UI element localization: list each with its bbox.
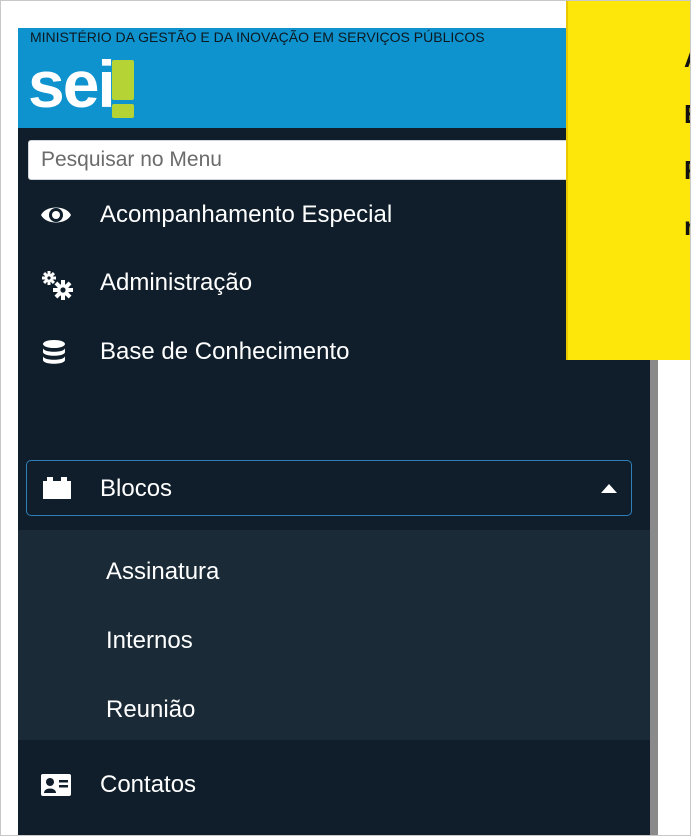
sidebar-item-administracao[interactable]: Administração [18, 254, 658, 310]
callout-line: R [684, 142, 691, 198]
eye-icon [40, 202, 72, 228]
database-icon [40, 339, 72, 365]
submenu-item-internos[interactable]: Internos [106, 627, 193, 655]
menu-search-input[interactable] [28, 140, 628, 180]
sidebar-item-blocos[interactable]: Blocos [26, 460, 632, 516]
contact-card-icon [40, 772, 72, 798]
caret-up-icon[interactable] [601, 484, 617, 493]
callout-line: A [684, 30, 691, 86]
blocos-submenu: Assinatura Internos Reunião [18, 530, 658, 740]
sidebar-menu: Acompanhamento Especial [18, 128, 658, 836]
gears-icon [40, 270, 73, 300]
logo-mark-dot [112, 104, 134, 118]
logo-mark-bar [112, 60, 134, 100]
sidebar-item-label: Acompanhamento Especial [100, 201, 393, 228]
sei-logo[interactable]: sei [28, 47, 168, 121]
sidebar-item-contatos[interactable]: Contatos [18, 756, 658, 812]
sidebar-item-label: Administração [100, 269, 253, 296]
submenu-item-reuniao[interactable]: Reunião [106, 696, 195, 724]
sidebar-item-base-de-conhecimento[interactable]: Base de Conhecimento [18, 323, 658, 379]
scrollbar[interactable] [650, 360, 658, 836]
blocks-icon [41, 475, 73, 501]
logo-bar: sei [18, 46, 658, 128]
sidebar-item-label: Base de Conhecimento [100, 338, 350, 365]
sidebar-item-acompanhamento-especial[interactable]: Acompanhamento Especial [18, 186, 658, 242]
callout-line: E [684, 86, 691, 142]
submenu-item-assinatura[interactable]: Assinatura [106, 558, 219, 586]
logo-text: sei [28, 47, 116, 121]
sidebar-item-label: Contatos [100, 771, 197, 798]
sidebar-item-label: Blocos [100, 475, 173, 502]
callout-line: n [684, 198, 691, 254]
help-callout: A E R n [566, 0, 691, 360]
ministry-name: MINISTÉRIO DA GESTÃO E DA INOVAÇÃO EM SE… [30, 29, 485, 45]
